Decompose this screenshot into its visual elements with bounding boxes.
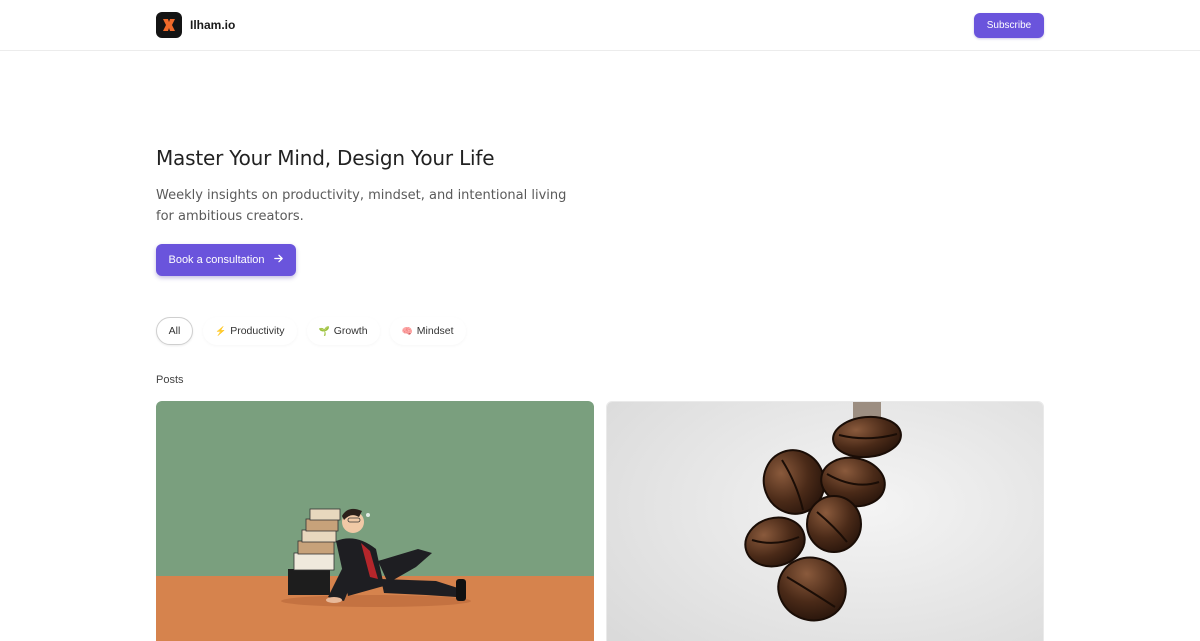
hero-subtitle: Weekly insights on productivity, mindset… [156,188,567,224]
filter-label: All [168,325,181,337]
brain-icon: 🧠 [401,325,413,336]
brand-logo-icon [156,12,182,38]
post-image-exhausted-worker [156,401,594,641]
brand[interactable]: Ilham.io [156,12,235,38]
hero-title: Master Your Mind, Design Your Life [156,146,495,170]
brand-name: Ilham.io [190,18,236,32]
filter-chip-mindset[interactable]: 🧠 Mindset [389,317,466,345]
subscribe-button[interactable]: Subscribe [974,13,1044,38]
arrow-right-icon [273,253,284,267]
filter-label: Growth [333,325,368,337]
seedling-icon: 🌱 [318,325,330,336]
post-card[interactable] [156,401,594,641]
filter-chip-productivity[interactable]: ⚡ Productivity [203,317,297,345]
cta-label: Book a consultation [168,254,265,266]
posts-section-label: Posts [156,374,184,386]
filter-label: Productivity [230,325,285,337]
book-consultation-button[interactable]: Book a consultation [156,244,296,276]
post-card[interactable] [606,401,1044,641]
lightning-icon: ⚡ [215,325,227,336]
post-image-coffee-beans [607,402,1043,641]
filter-chip-all[interactable]: All [156,317,193,345]
category-filters: All ⚡ Productivity 🌱 Growth 🧠 Mindset [156,317,466,345]
filter-chip-growth[interactable]: 🌱 Growth [306,317,380,345]
filter-label: Mindset [416,325,454,337]
site-header: Ilham.io Subscribe [0,0,1200,51]
